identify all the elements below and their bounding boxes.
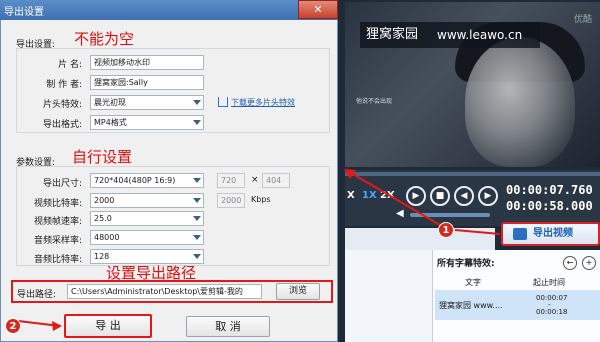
arrow-export-head <box>52 321 62 331</box>
step-1-badge: 1 <box>438 222 454 238</box>
arrow-export-video-line <box>345 169 446 229</box>
step-2-badge: 2 <box>5 318 21 334</box>
arrow-to-button-line <box>454 229 501 235</box>
annotation-arrows <box>9 169 501 331</box>
